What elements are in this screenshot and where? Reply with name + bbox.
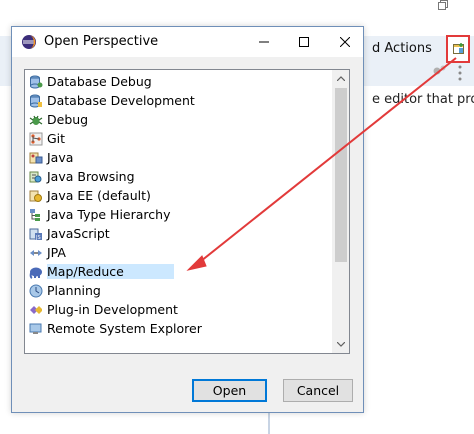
list-item-label: Java EE (default) bbox=[47, 188, 151, 203]
list-item[interactable]: Java Browsing bbox=[27, 167, 349, 186]
list-item-label: Git bbox=[47, 131, 66, 146]
list-item-label: Java Browsing bbox=[47, 169, 135, 184]
open-perspective-button[interactable] bbox=[446, 35, 470, 63]
vertical-scrollbar[interactable] bbox=[332, 70, 349, 353]
list-item[interactable]: Plug-in Development bbox=[27, 300, 349, 319]
view-toolbar-icon[interactable] bbox=[433, 64, 447, 76]
database-development-icon bbox=[30, 94, 42, 107]
debug-icon bbox=[29, 115, 43, 125]
restore-window-icon[interactable] bbox=[438, 0, 448, 10]
plugin-development-icon bbox=[30, 305, 42, 314]
close-button[interactable] bbox=[325, 27, 365, 57]
java-icon bbox=[29, 152, 43, 163]
minimize-icon bbox=[259, 41, 269, 43]
list-item[interactable]: Git bbox=[27, 129, 349, 148]
list-item-label: Database Debug bbox=[47, 74, 152, 89]
open-perspective-dialog: Open Perspective Database Debug Database… bbox=[11, 26, 364, 413]
quick-actions-label: d Actions bbox=[372, 41, 432, 56]
list-item-label: JPA bbox=[47, 245, 66, 260]
list-item-label: Remote System Explorer bbox=[47, 321, 202, 336]
list-item[interactable]: Database Debug bbox=[27, 72, 349, 91]
chevron-down-icon bbox=[336, 342, 345, 347]
list-item[interactable]: Java bbox=[27, 148, 349, 167]
scroll-up-button[interactable] bbox=[332, 70, 349, 87]
list-item-label: Map/Reduce bbox=[47, 264, 174, 279]
maximize-icon bbox=[299, 37, 309, 47]
list-item[interactable]: JS JavaScript bbox=[27, 224, 349, 243]
list-item-label: Debug bbox=[47, 112, 89, 127]
list-item-label: Database Development bbox=[47, 93, 195, 108]
open-perspective-icon bbox=[453, 43, 464, 54]
dialog-titlebar[interactable]: Open Perspective bbox=[12, 27, 363, 57]
minimize-button[interactable] bbox=[244, 27, 284, 57]
list-item[interactable]: Remote System Explorer bbox=[27, 319, 349, 338]
database-debug-icon bbox=[30, 75, 43, 88]
scrollbar-thumb[interactable] bbox=[335, 88, 347, 262]
java-ee-icon bbox=[29, 190, 42, 202]
close-icon bbox=[340, 37, 350, 47]
java-type-hierarchy-icon bbox=[30, 208, 40, 221]
list-item[interactable]: Debug bbox=[27, 110, 349, 129]
list-item-label: Java Type Hierarchy bbox=[47, 207, 171, 222]
dialog-title: Open Perspective bbox=[44, 34, 159, 49]
chevron-up-icon bbox=[336, 76, 345, 81]
list-item-label: Java bbox=[47, 150, 74, 165]
eclipse-logo-icon bbox=[22, 35, 36, 49]
list-item[interactable]: Database Development bbox=[27, 91, 349, 110]
scroll-down-button[interactable] bbox=[332, 336, 349, 353]
list-item[interactable]: Java EE (default) bbox=[27, 186, 349, 205]
jpa-icon bbox=[30, 249, 42, 256]
planning-icon bbox=[29, 284, 43, 297]
list-item[interactable]: Planning bbox=[27, 281, 349, 300]
perspective-list[interactable]: Database Debug Database Development Debu… bbox=[24, 69, 350, 354]
list-item-label: Plug-in Development bbox=[47, 302, 178, 317]
svg-text:JS: JS bbox=[35, 235, 41, 241]
welcome-description-text: e editor that prov bbox=[372, 92, 474, 107]
open-button[interactable]: Open bbox=[192, 379, 267, 402]
list-item[interactable]: JPA bbox=[27, 243, 349, 262]
git-icon bbox=[29, 132, 43, 145]
remote-system-explorer-icon bbox=[29, 323, 42, 334]
list-item[interactable]: Java Type Hierarchy bbox=[27, 205, 349, 224]
java-browsing-icon bbox=[29, 171, 42, 182]
view-menu-icon[interactable] bbox=[457, 64, 463, 82]
list-item-label: Planning bbox=[47, 283, 101, 298]
list-item-selected[interactable]: Map/Reduce bbox=[27, 262, 349, 281]
cancel-button[interactable]: Cancel bbox=[283, 379, 353, 402]
map-reduce-elephant-icon bbox=[29, 267, 42, 279]
maximize-button[interactable] bbox=[284, 27, 324, 57]
list-item-label: JavaScript bbox=[47, 226, 110, 241]
javascript-icon: JS bbox=[29, 228, 42, 241]
